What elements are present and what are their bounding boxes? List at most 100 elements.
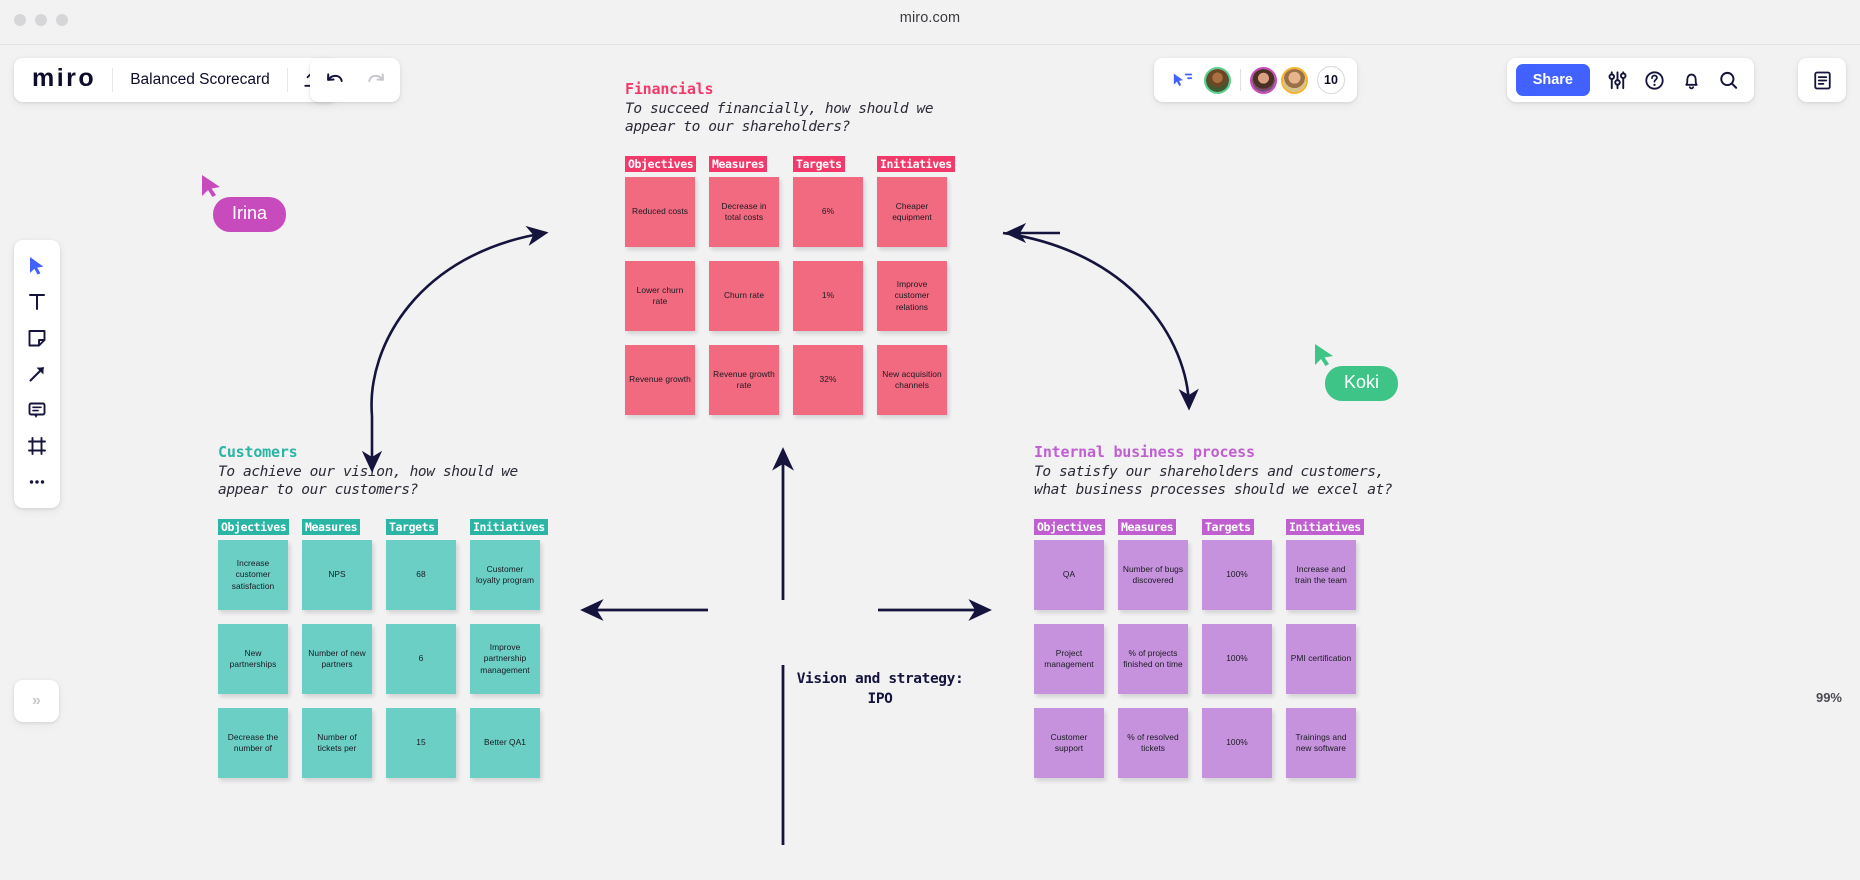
customers-subtitle: To achieve our vision, how should we app… (218, 464, 518, 498)
avatar[interactable] (1250, 66, 1277, 94)
notes-panel-icon[interactable] (1805, 63, 1839, 97)
sticky-note[interactable]: Cheaper equipment (877, 176, 947, 247)
customers-column-headers: Objectives Measures Targets Initiatives (218, 518, 554, 536)
frame-tool[interactable] (20, 429, 54, 463)
text-tool[interactable] (20, 285, 54, 319)
sliders-icon[interactable] (1600, 63, 1634, 97)
internal-col-initiatives: Initiatives (1286, 518, 1364, 535)
internal-subtitle: To satisfy our shareholders and customer… (1034, 464, 1393, 498)
miro-logo[interactable]: miro (16, 66, 112, 94)
sticky-note[interactable]: New partnerships (218, 623, 288, 694)
internal-column-headers: Objectives Measures Targets Initiatives (1034, 518, 1392, 536)
internal-sticky-grid: QA Project management Customer support N… (1034, 539, 1392, 792)
customers-objectives-column: Increase customer satisfaction New partn… (218, 539, 302, 792)
notes-panel-bar (1798, 58, 1846, 102)
financials-col-initiatives: Initiatives (877, 155, 955, 172)
sticky-note[interactable]: New acquisition channels (877, 344, 947, 415)
vision-line-1: Vision and strategy: (796, 671, 964, 687)
share-button[interactable]: Share (1515, 64, 1590, 96)
internal-targets-column: 100% 100% 100% (1202, 539, 1286, 792)
sticky-note[interactable]: NPS (302, 539, 372, 610)
presentation-cursor-icon[interactable] (1166, 63, 1200, 97)
sticky-note[interactable]: Improve partnership management (470, 623, 540, 694)
zoom-level-indicator[interactable]: 99% (1816, 690, 1842, 705)
customers-col-initiatives: Initiatives (470, 518, 548, 535)
financials-objectives-column: Reduced costs Lower churn rate Revenue g… (625, 176, 709, 429)
search-icon[interactable] (1711, 63, 1745, 97)
internal-col-measures: Measures (1118, 518, 1177, 535)
sticky-note[interactable]: Trainings and new software (1286, 707, 1356, 778)
expand-panel-button[interactable]: » (14, 680, 59, 722)
question-circle-icon[interactable] (1637, 63, 1671, 97)
history-bar (310, 58, 400, 102)
sticky-note-tool[interactable] (20, 321, 54, 355)
sticky-note[interactable]: Better QA1 (470, 707, 540, 778)
sticky-note[interactable]: 68 (386, 539, 456, 610)
comment-bubble-tool[interactable] (20, 393, 54, 427)
sticky-note[interactable]: Number of bugs discovered (1118, 539, 1188, 610)
sticky-note[interactable]: Number of tickets per (302, 707, 372, 778)
financials-measures-column: Decrease in total costs Churn rate Reven… (709, 176, 793, 429)
sticky-note[interactable]: Decrease the number of (218, 707, 288, 778)
arrow-diagonal-tool[interactable] (20, 357, 54, 391)
cursor-pointer-koki (1313, 342, 1337, 368)
column-header-cell: Objectives (1034, 518, 1118, 536)
bell-icon[interactable] (1674, 63, 1708, 97)
redo-icon[interactable] (358, 63, 392, 97)
sticky-note[interactable]: Customer loyalty program (470, 539, 540, 610)
undo-icon[interactable] (318, 63, 352, 97)
sticky-note[interactable]: Increase customer satisfaction (218, 539, 288, 610)
column-header-cell: Measures (302, 518, 386, 536)
sticky-note[interactable]: 1% (793, 260, 863, 331)
arrow-customers-to-financials (370, 225, 549, 417)
sticky-note[interactable]: 32% (793, 344, 863, 415)
sticky-note[interactable]: 15 (386, 707, 456, 778)
vision-line-2: IPO (867, 690, 893, 707)
avatar[interactable] (1281, 66, 1308, 94)
financials-sticky-grid: Reduced costs Lower churn rate Revenue g… (625, 176, 961, 429)
sticky-note[interactable]: % of projects finished on time (1118, 623, 1188, 694)
sticky-note[interactable]: 100% (1202, 623, 1272, 694)
more-tools-ellipsis[interactable] (20, 465, 54, 499)
sticky-note[interactable]: 6 (386, 623, 456, 694)
financials-title: Financials (625, 80, 714, 98)
column-header-cell: Measures (709, 155, 793, 173)
quadrant-customers: Customers To achieve our vision, how sho… (218, 443, 554, 792)
sticky-note[interactable]: Customer support (1034, 707, 1104, 778)
internal-col-objectives: Objectives (1034, 518, 1106, 535)
internal-measures-column: Number of bugs discovered % of projects … (1118, 539, 1202, 792)
column-header-cell: Initiatives (877, 155, 961, 173)
sticky-note[interactable]: Increase and train the team (1286, 539, 1356, 610)
financials-col-objectives: Objectives (625, 155, 697, 172)
sticky-note[interactable]: Lower churn rate (625, 260, 695, 331)
arrow-financials-to-internal (1002, 231, 1199, 411)
financials-column-headers: Objectives Measures Targets Initiatives (625, 155, 961, 173)
sticky-note[interactable]: PMI certification (1286, 623, 1356, 694)
sticky-note[interactable]: QA (1034, 539, 1104, 610)
sticky-note[interactable]: % of resolved tickets (1118, 707, 1188, 778)
sticky-note[interactable]: Improve customer relations (877, 260, 947, 331)
sticky-note[interactable]: Revenue growth rate (709, 344, 779, 415)
collaborator-count[interactable]: 10 (1317, 66, 1345, 94)
customers-measures-column: NPS Number of new partners Number of tic… (302, 539, 386, 792)
cursor-label-irina: Irina (213, 197, 287, 232)
sticky-note[interactable]: 6% (793, 176, 863, 247)
board-canvas[interactable]: Financials To succeed financially, how s… (0, 45, 1860, 880)
column-header-cell: Targets (1202, 518, 1286, 536)
sticky-note[interactable]: Project management (1034, 623, 1104, 694)
financials-targets-column: 6% 1% 32% (793, 176, 877, 429)
sticky-note[interactable]: Number of new partners (302, 623, 372, 694)
select-tool[interactable] (20, 249, 54, 283)
sticky-note[interactable]: 100% (1202, 707, 1272, 778)
board-title[interactable]: Balanced Scorecard (113, 71, 287, 89)
financials-subtitle: To succeed financially, how should we ap… (625, 101, 934, 135)
financials-col-measures: Measures (709, 155, 768, 172)
sticky-note[interactable]: Decrease in total costs (709, 176, 779, 247)
customers-sticky-grid: Increase customer satisfaction New partn… (218, 539, 554, 792)
avatar[interactable] (1204, 66, 1231, 94)
sticky-note[interactable]: Revenue growth (625, 344, 695, 415)
sticky-note[interactable]: 100% (1202, 539, 1272, 610)
sticky-note[interactable]: Reduced costs (625, 176, 695, 247)
sticky-note[interactable]: Churn rate (709, 260, 779, 331)
cursor-pointer-irina (200, 173, 224, 199)
